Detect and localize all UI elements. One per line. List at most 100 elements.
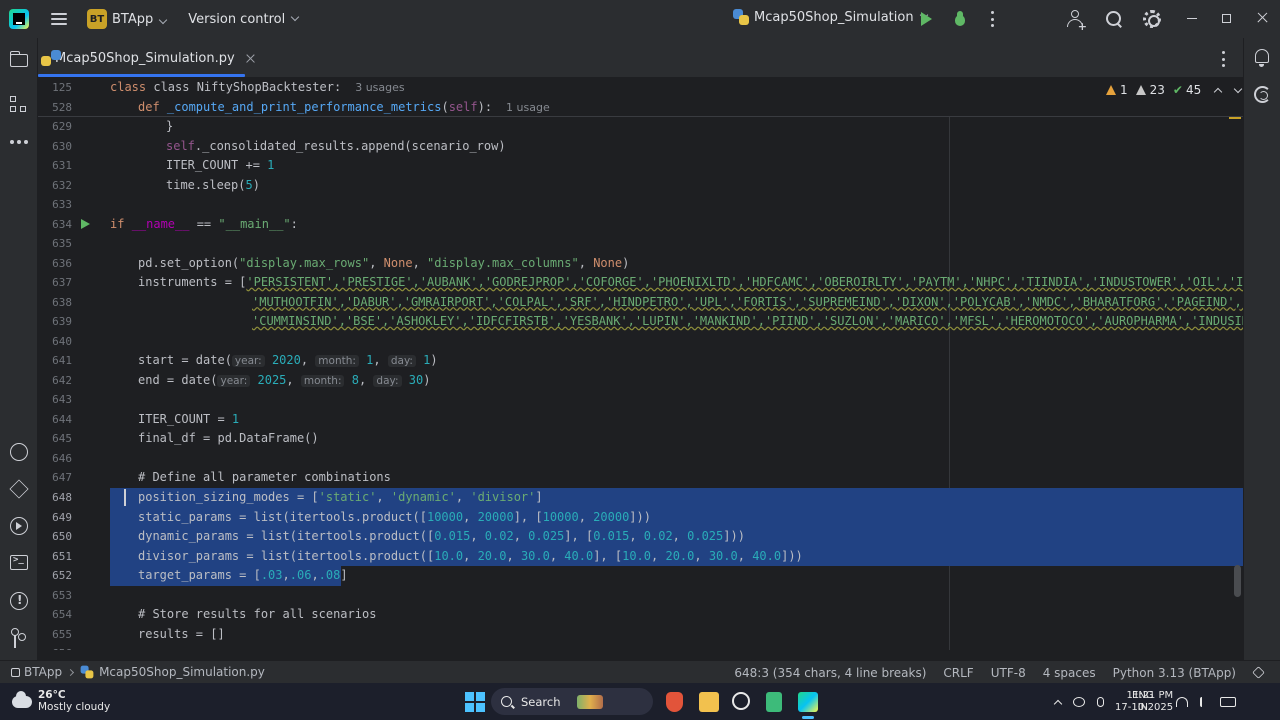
tab-label: Mcap50Shop_Simulation.py <box>55 50 235 66</box>
microphone-icon[interactable] <box>1097 696 1104 707</box>
taskbar-search[interactable]: Search <box>491 688 653 715</box>
weather-widget[interactable]: 26°C Mostly cloudy <box>12 689 110 714</box>
code-line[interactable]: 651 divisor_params = list(itertools.produ… <box>38 547 1243 567</box>
code-line[interactable]: 630 self._consolidated_results.append(sce… <box>38 137 1243 157</box>
project-folder-icon[interactable] <box>9 51 28 67</box>
show-hidden-icons[interactable] <box>1053 699 1063 708</box>
file-encoding[interactable]: UTF-8 <box>991 666 1026 680</box>
minimize-icon[interactable] <box>1187 18 1197 19</box>
code-line[interactable]: 652 target_params = [.03,.06,.08] <box>38 566 1243 586</box>
battery-icon[interactable] <box>1219 696 1236 707</box>
read-only-toggle-icon[interactable] <box>1252 666 1265 679</box>
brave-browser-icon[interactable] <box>666 692 683 712</box>
code-line[interactable]: 646 <box>38 449 1243 469</box>
code-line[interactable]: 637 instruments = ['PERSISTENT','PRESTIGE… <box>38 273 1243 293</box>
cloud-icon <box>12 690 32 708</box>
gear-icon[interactable] <box>1143 10 1161 28</box>
breadcrumb-file[interactable]: Mcap50Shop_Simulation.py <box>99 665 265 679</box>
python-file-icon <box>80 665 94 679</box>
caret-position[interactable]: 648:3 (354 chars, 4 line breaks) <box>734 666 926 680</box>
version-control-menu[interactable]: Version control <box>188 12 300 27</box>
project-badge[interactable]: BT <box>87 9 107 29</box>
code-line[interactable]: 636 pd.set_option("display.max_rows", Non… <box>38 254 1243 274</box>
code-line[interactable]: 648 position_sizing_modes = ['static', 'd… <box>38 488 1243 508</box>
onedrive-icon[interactable] <box>1073 696 1085 707</box>
wifi-icon[interactable] <box>1175 696 1188 707</box>
chevron-right-icon <box>67 668 75 676</box>
module-icon <box>11 667 20 677</box>
project-switcher[interactable]: BTApp <box>112 11 168 27</box>
ok-check-icon: ✔ <box>1172 83 1183 97</box>
layers-icon[interactable] <box>9 479 29 499</box>
ai-assistant-icon[interactable] <box>1254 86 1271 103</box>
breadcrumb-project[interactable]: BTApp <box>24 665 62 679</box>
more-icon[interactable] <box>991 11 995 27</box>
terminal-icon[interactable] <box>10 555 28 570</box>
pycharm-taskbar-icon[interactable] <box>798 692 818 712</box>
inspection-widget[interactable]: 1 23 ✔ 45 <box>1106 83 1243 97</box>
run-tool-icon[interactable] <box>10 517 28 535</box>
code-line[interactable]: 631 ITER_COUNT += 1 <box>38 156 1243 176</box>
code-line[interactable]: 638 'MUTHOOTFIN','DABUR','GMRAIRPORT','CO… <box>38 293 1243 313</box>
code-line[interactable]: 643 <box>38 390 1243 410</box>
line-separator[interactable]: CRLF <box>943 666 973 680</box>
warning-icon <box>1106 85 1116 95</box>
right-tool-strip <box>1243 38 1280 660</box>
windows-start-icon[interactable] <box>465 692 485 712</box>
run-icon[interactable] <box>921 12 932 26</box>
code-line[interactable]: 629} <box>38 117 1243 137</box>
status-bar: BTApp Mcap50Shop_Simulation.py 648:3 (35… <box>0 660 1280 683</box>
code-line[interactable]: 654 # Store results for all scenarios <box>38 605 1243 625</box>
next-highlight-icon[interactable] <box>1234 84 1243 93</box>
code-line[interactable]: 647 # Define all parameter combinations <box>38 468 1243 488</box>
run-configuration-selector[interactable]: Mcap50Shop_Simulation <box>733 9 928 25</box>
code-line[interactable]: 649 static_params = list(itertools.produc… <box>38 508 1243 528</box>
file-explorer-icon[interactable] <box>699 692 719 712</box>
volume-icon[interactable] <box>1199 696 1208 707</box>
clock[interactable]: 11:21 PM 17-10-2025 <box>1115 690 1173 714</box>
chrome-icon[interactable] <box>732 692 750 710</box>
code-line[interactable]: 634 if __name__ == "__main__": <box>38 215 1243 235</box>
code-line[interactable]: 645 final_df = pd.DataFrame() <box>38 429 1243 449</box>
problems-icon[interactable] <box>10 592 28 610</box>
code-line[interactable]: 655 results = [] <box>38 625 1243 645</box>
add-user-icon[interactable]: + <box>1067 10 1087 33</box>
ok-count: 45 <box>1185 83 1202 97</box>
previous-highlight-icon[interactable] <box>1214 87 1223 96</box>
hamburger-menu-icon[interactable] <box>51 13 67 25</box>
code-editor[interactable]: 125 class class NiftyShopBacktester: 3 usa… <box>38 78 1243 650</box>
indentation[interactable]: 4 spaces <box>1043 666 1096 680</box>
code-line[interactable]: 639 'CUMMINSIND','BSE','ASHOKLEY','IDFCFI… <box>38 312 1243 332</box>
maximize-icon[interactable] <box>1222 14 1231 23</box>
code-line[interactable]: 633 <box>38 195 1243 215</box>
search-highlight-icon <box>576 694 603 709</box>
code-line[interactable]: 641 start = date(year: 2020, month: 1, da… <box>38 351 1243 371</box>
code-line[interactable]: 632 time.sleep(5) <box>38 176 1243 196</box>
weak-warning-icon <box>1135 85 1146 95</box>
debug-icon[interactable] <box>953 11 967 27</box>
code-line[interactable]: 642 end = date(year: 2025, month: 8, day:… <box>38 371 1243 391</box>
project-name: BTApp <box>112 11 154 27</box>
close-icon[interactable] <box>1256 12 1268 24</box>
code-line[interactable]: 644 ITER_COUNT = 1 <box>38 410 1243 430</box>
git-icon[interactable] <box>11 628 26 648</box>
code-line[interactable]: 653 <box>38 586 1243 606</box>
code-line[interactable]: 640 <box>38 332 1243 352</box>
notifications-icon[interactable] <box>1255 49 1269 67</box>
tab-options-icon[interactable] <box>1222 51 1226 67</box>
code-line[interactable]: 650 dynamic_params = list(itertools.produ… <box>38 527 1243 547</box>
notepad-icon[interactable] <box>766 692 782 712</box>
python-packages-icon[interactable] <box>10 443 28 461</box>
more-tools-icon[interactable] <box>10 133 28 151</box>
run-main-gutter-icon[interactable] <box>81 219 90 229</box>
python-interpreter[interactable]: Python 3.13 (BTApp) <box>1113 666 1236 680</box>
sticky-line[interactable]: 125 class class NiftyShopBacktester: 3 usa… <box>38 78 1243 98</box>
sticky-line[interactable]: 528 def _compute_and_print_performance_me… <box>38 98 1243 118</box>
editor-tab[interactable]: Mcap50Shop_Simulation.py <box>38 38 245 78</box>
app-logo-icon[interactable] <box>9 9 29 29</box>
code-line[interactable]: 635 <box>38 234 1243 254</box>
search-icon[interactable] <box>1106 11 1122 27</box>
warning-count: 1 <box>1120 83 1128 97</box>
structure-icon[interactable] <box>10 96 28 114</box>
vertical-scrollbar[interactable] <box>1234 565 1241 597</box>
